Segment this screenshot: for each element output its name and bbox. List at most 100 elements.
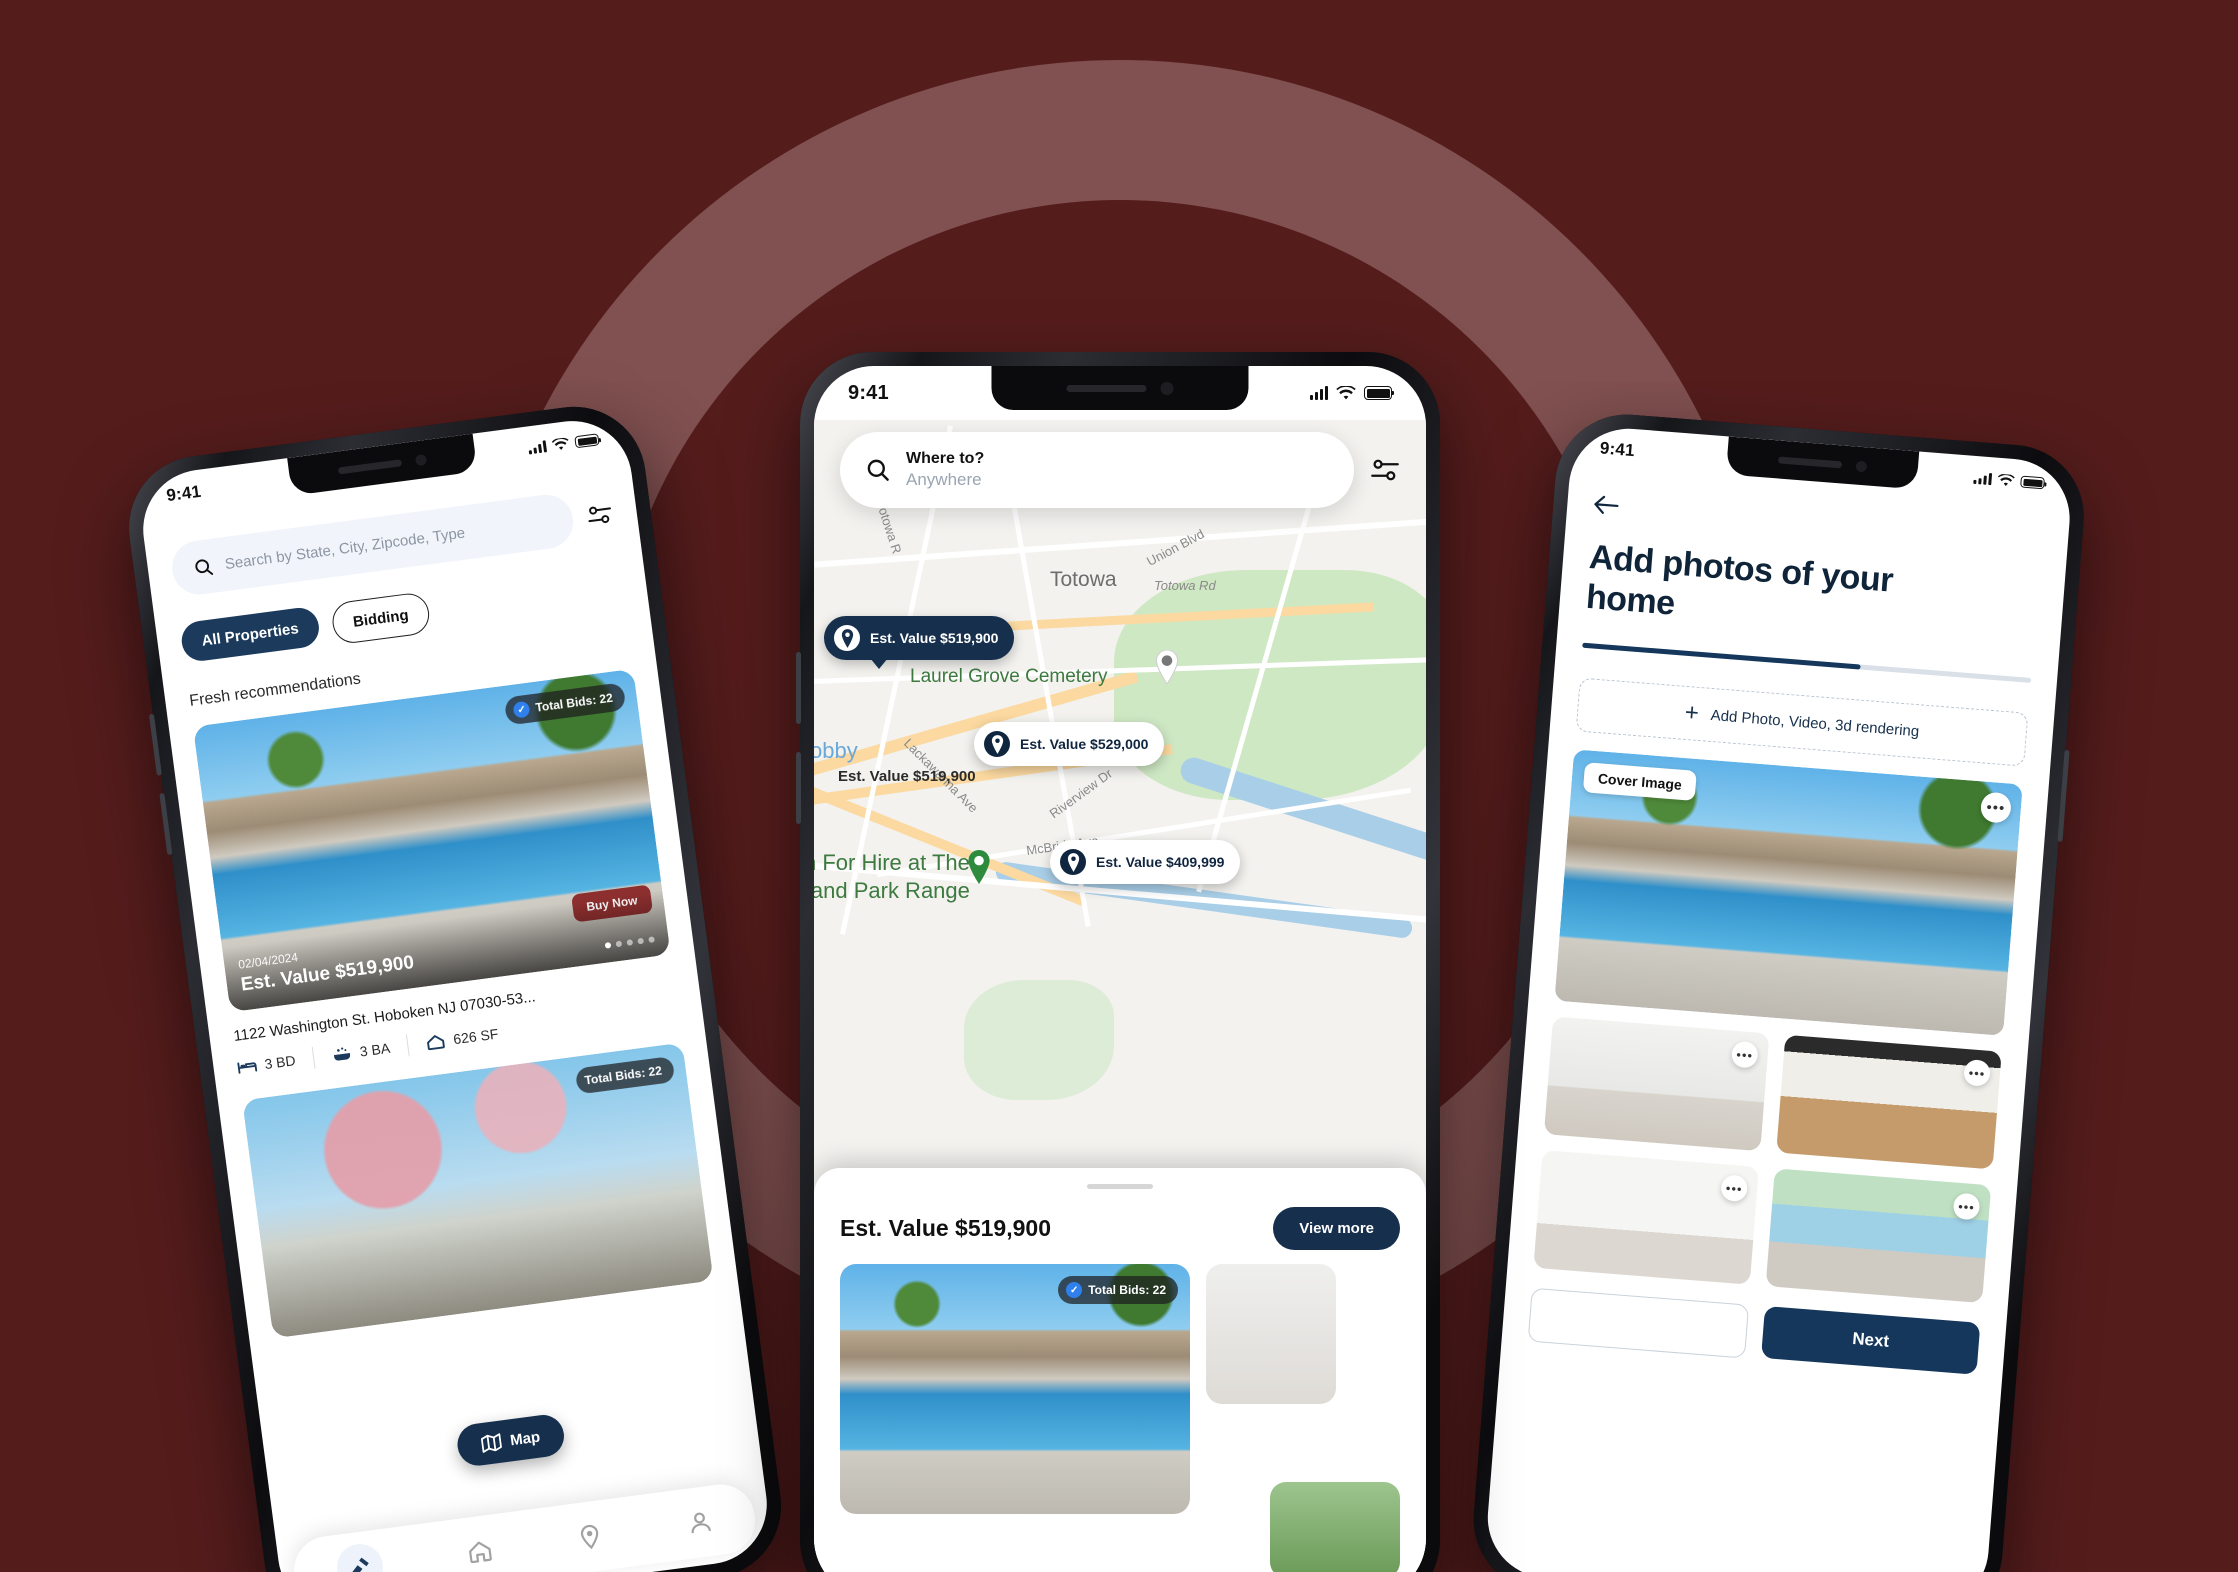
filter-sliders-icon[interactable] bbox=[1370, 457, 1400, 483]
bath-icon bbox=[334, 1047, 351, 1061]
cover-image-badge: Cover Image bbox=[1582, 762, 1697, 802]
earpiece-speaker bbox=[1066, 384, 1147, 392]
where-to-title: Where to? bbox=[906, 450, 985, 467]
map-pin-label[interactable]: Est. Value $519,900 bbox=[824, 616, 1015, 669]
map-label: land Park Range bbox=[814, 878, 970, 903]
next-button[interactable]: Next bbox=[1760, 1306, 1981, 1376]
spec-area-label: 626 SF bbox=[452, 1025, 500, 1048]
sheet-property-photo[interactable] bbox=[1270, 1482, 1400, 1572]
more-options-icon[interactable]: ••• bbox=[1730, 1040, 1759, 1069]
status-time: 9:41 bbox=[848, 381, 889, 404]
phone-center: 9:41 Totowa R Union Blvd Totowa Totowa R… bbox=[796, 352, 1440, 1572]
map-pin-tail bbox=[870, 658, 888, 669]
front-camera-icon bbox=[1160, 381, 1174, 395]
status-time: 9:41 bbox=[165, 481, 203, 506]
search-icon bbox=[867, 459, 889, 481]
map-poi-icon[interactable] bbox=[966, 850, 992, 884]
verified-check-icon: ✓ bbox=[512, 700, 531, 719]
filter-sliders-icon[interactable] bbox=[585, 502, 614, 527]
more-options-icon[interactable]: ••• bbox=[1963, 1059, 1991, 1088]
map-pin-value: Est. Value $519,900 bbox=[870, 630, 999, 646]
status-badge: ✓ Total Bids: 22 bbox=[1058, 1276, 1178, 1304]
cover-photo[interactable]: Cover Image ••• bbox=[1554, 749, 2023, 1037]
status-icons bbox=[1310, 385, 1394, 401]
location-icon[interactable] bbox=[575, 1522, 604, 1551]
status-badge: ✓ Total Bids: 22 bbox=[503, 682, 627, 726]
map-pin-icon bbox=[984, 731, 1010, 757]
map-label: Laurel Grove Cemetery bbox=[910, 666, 1108, 687]
map-label: Totowa bbox=[1050, 568, 1117, 591]
sheet-header: Est. Value $519,900 View more bbox=[814, 1189, 1426, 1264]
more-options-icon[interactable]: ••• bbox=[1979, 791, 2013, 824]
cellular-bars-icon bbox=[1310, 386, 1328, 400]
tab-all-properties[interactable]: All Properties bbox=[179, 605, 321, 664]
property-card-image[interactable]: ✓ Total Bids: 22 Buy Now 02/04/2024 Est.… bbox=[192, 668, 671, 1013]
sheet-property-photo[interactable]: ✓ Total Bids: 22 bbox=[840, 1264, 1190, 1514]
map-pin-icon bbox=[1060, 849, 1086, 875]
search-placeholder: Search by State, City, Zipcode, Type bbox=[223, 524, 467, 573]
add-photo-button[interactable]: + Add Photo, Video, 3d rendering bbox=[1575, 677, 2029, 767]
map-pin-label[interactable]: Est. Value $529,000 bbox=[974, 722, 1165, 766]
map-poi-icon[interactable] bbox=[1154, 650, 1180, 684]
spec-bathrooms: 3 BA bbox=[313, 1037, 409, 1065]
earpiece-speaker bbox=[337, 458, 403, 474]
secondary-button[interactable] bbox=[1527, 1287, 1750, 1359]
cellular-bars-icon bbox=[1973, 472, 1993, 486]
phone-right-screen: 9:41 Add photos of your home + Add Photo… bbox=[1483, 424, 2075, 1572]
battery-icon bbox=[574, 433, 600, 449]
status-time: 9:41 bbox=[1599, 438, 1636, 461]
add-photo-label: Add Photo, Video, 3d rendering bbox=[1710, 706, 1920, 741]
spec-area: 626 SF bbox=[408, 1023, 517, 1053]
more-options-icon[interactable]: ••• bbox=[1720, 1174, 1749, 1203]
front-camera-icon bbox=[414, 453, 428, 466]
profile-icon[interactable] bbox=[685, 1508, 714, 1537]
total-bids-label: Total Bids: 22 bbox=[583, 1063, 663, 1088]
battery-icon bbox=[2020, 475, 2045, 490]
map-pin-icon bbox=[834, 625, 860, 651]
search-icon bbox=[195, 558, 214, 575]
front-camera-icon bbox=[1855, 460, 1868, 472]
map-pin-value: Est. Value $529,000 bbox=[1020, 736, 1149, 752]
view-more-button[interactable]: View more bbox=[1273, 1207, 1400, 1250]
map-icon bbox=[480, 1433, 502, 1453]
phone-left-volume-up[interactable] bbox=[148, 713, 162, 776]
map-label: obby bbox=[814, 738, 858, 763]
where-to-search[interactable]: Where to? Anywhere bbox=[840, 432, 1354, 508]
photo-thumbnail[interactable]: ••• bbox=[1543, 1016, 1770, 1152]
phone-left-volume-down[interactable] bbox=[159, 792, 173, 856]
photo-thumbnail[interactable]: ••• bbox=[1776, 1034, 2002, 1170]
photo-thumbnail[interactable]: ••• bbox=[1533, 1150, 1759, 1285]
tab-bids[interactable] bbox=[333, 1541, 386, 1572]
sheet-property-photo[interactable] bbox=[1206, 1264, 1336, 1404]
cellular-bars-icon bbox=[528, 440, 548, 455]
wifi-icon bbox=[1336, 385, 1356, 399]
phone-right-power[interactable] bbox=[2057, 749, 2070, 842]
home-icon[interactable] bbox=[465, 1537, 494, 1566]
sheet-estimated-value: Est. Value $519,900 bbox=[840, 1215, 1051, 1241]
phone-center-volume-down[interactable] bbox=[796, 752, 801, 824]
photo-thumbnail[interactable]: ••• bbox=[1765, 1168, 1992, 1304]
battery-icon bbox=[1364, 386, 1394, 400]
phone-center-volume-up[interactable] bbox=[796, 652, 801, 724]
wifi-icon bbox=[551, 437, 569, 450]
bed-icon bbox=[237, 1061, 258, 1074]
bottom-sheet[interactable]: Est. Value $519,900 View more ✓ Total Bi… bbox=[814, 1168, 1426, 1572]
earpiece-speaker bbox=[1777, 455, 1843, 468]
progress-bar-fill bbox=[1582, 642, 1861, 670]
total-bids-label: Total Bids: 22 bbox=[1088, 1283, 1166, 1297]
spec-bedrooms: 3 BD bbox=[237, 1050, 315, 1076]
spec-bedrooms-label: 3 BD bbox=[263, 1052, 297, 1073]
map-label: Riverview Dr bbox=[1046, 765, 1116, 822]
status-icons bbox=[1973, 471, 2045, 490]
phone-center-screen: 9:41 Totowa R Union Blvd Totowa Totowa R… bbox=[814, 366, 1426, 1572]
map-road bbox=[814, 518, 1426, 568]
tab-bidding[interactable]: Bidding bbox=[329, 591, 433, 646]
map-label-est-value: Est. Value $519,900 bbox=[838, 768, 976, 785]
property-card-image[interactable]: Total Bids: 22 bbox=[242, 1042, 714, 1339]
map-pin-label[interactable]: Est. Value $409,999 bbox=[1050, 840, 1241, 884]
wifi-icon bbox=[1998, 473, 2015, 486]
back-arrow-icon bbox=[1594, 495, 1619, 514]
status-badge: Total Bids: 22 bbox=[574, 1055, 676, 1095]
more-options-icon[interactable]: ••• bbox=[1952, 1192, 1981, 1221]
phone-right: 9:41 Add photos of your home + Add Photo… bbox=[1468, 409, 2090, 1572]
